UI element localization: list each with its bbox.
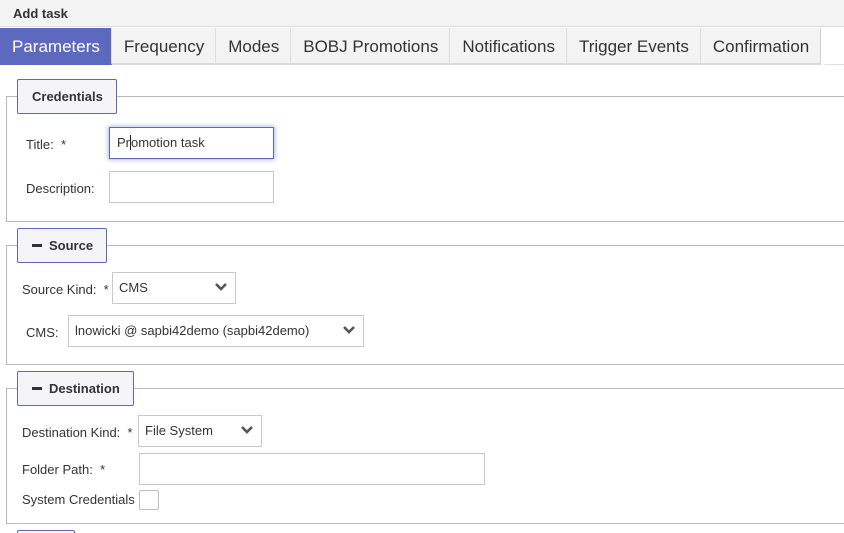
title-label-text: Title: (26, 137, 54, 152)
collapse-minus-icon[interactable] (32, 387, 42, 391)
tab-parameters[interactable]: Parameters (0, 28, 112, 65)
destination-kind-value: File System (145, 423, 213, 438)
destination-kind-select[interactable]: File System (138, 415, 262, 447)
description-input[interactable] (109, 171, 274, 203)
destination-kind-label-text: Destination Kind: (22, 425, 121, 440)
required-asterisk: * (127, 425, 133, 440)
chevron-down-icon (343, 326, 355, 334)
source-legend[interactable]: Source (17, 228, 108, 263)
destination-legend-label: Destination (49, 381, 120, 396)
required-asterisk: * (100, 462, 106, 477)
source-section: Source Source Kind: * CMS CMS: lnowicki … (6, 228, 844, 365)
destination-legend[interactable]: Destination (17, 371, 134, 406)
cms-label: CMS: (26, 325, 59, 340)
credentials-legend-label: Credentials (32, 89, 103, 104)
tab-bobj-promotions[interactable]: BOBJ Promotions (291, 28, 451, 65)
credentials-legend: Credentials (17, 79, 117, 114)
tab-trigger-events[interactable]: Trigger Events (566, 28, 701, 65)
folder-path-label: Folder Path: * (22, 462, 105, 477)
system-credentials-label: System Credentials (22, 492, 135, 507)
tab-bar: Parameters Frequency Modes BOBJ Promotio… (0, 28, 822, 65)
description-label: Description: (26, 181, 95, 196)
tab-modes[interactable]: Modes (216, 28, 292, 65)
title-label: Title: * (26, 137, 66, 152)
source-kind-select[interactable]: CMS (112, 272, 236, 304)
destination-section: Destination Destination Kind: * File Sys… (6, 371, 844, 524)
tab-notifications[interactable]: Notifications (450, 28, 567, 65)
folder-path-label-text: Folder Path: (22, 462, 93, 477)
chevron-down-icon (241, 426, 253, 434)
source-kind-label-text: Source Kind: (22, 282, 97, 297)
folder-path-input[interactable] (139, 453, 485, 485)
source-kind-value: CMS (119, 280, 148, 295)
source-legend-label: Source (49, 238, 94, 253)
credentials-section: Credentials Title: * Promotion task Desc… (6, 79, 844, 222)
chevron-down-icon (215, 283, 227, 291)
collapse-minus-icon[interactable] (32, 244, 42, 248)
cms-select[interactable]: lnowicki @ sapbi42demo (sapbi42demo) (68, 315, 364, 347)
window-title: Add task (13, 6, 68, 21)
cms-value: lnowicki @ sapbi42demo (sapbi42demo) (75, 323, 310, 338)
required-asterisk: * (103, 282, 109, 297)
tab-frequency[interactable]: Frequency (111, 28, 217, 65)
required-asterisk: * (60, 137, 66, 152)
system-credentials-checkbox[interactable] (139, 490, 159, 510)
destination-kind-label: Destination Kind: * (22, 425, 133, 440)
tab-confirmation[interactable]: Confirmation (700, 28, 822, 65)
title-input-value-start: Pr (117, 135, 130, 150)
source-kind-label: Source Kind: * (22, 282, 109, 297)
window-titlebar: Add task (0, 0, 844, 27)
tab-bar-divider (825, 64, 844, 65)
title-input[interactable]: Promotion task (109, 127, 274, 159)
title-input-value-end: omotion task (131, 135, 205, 150)
